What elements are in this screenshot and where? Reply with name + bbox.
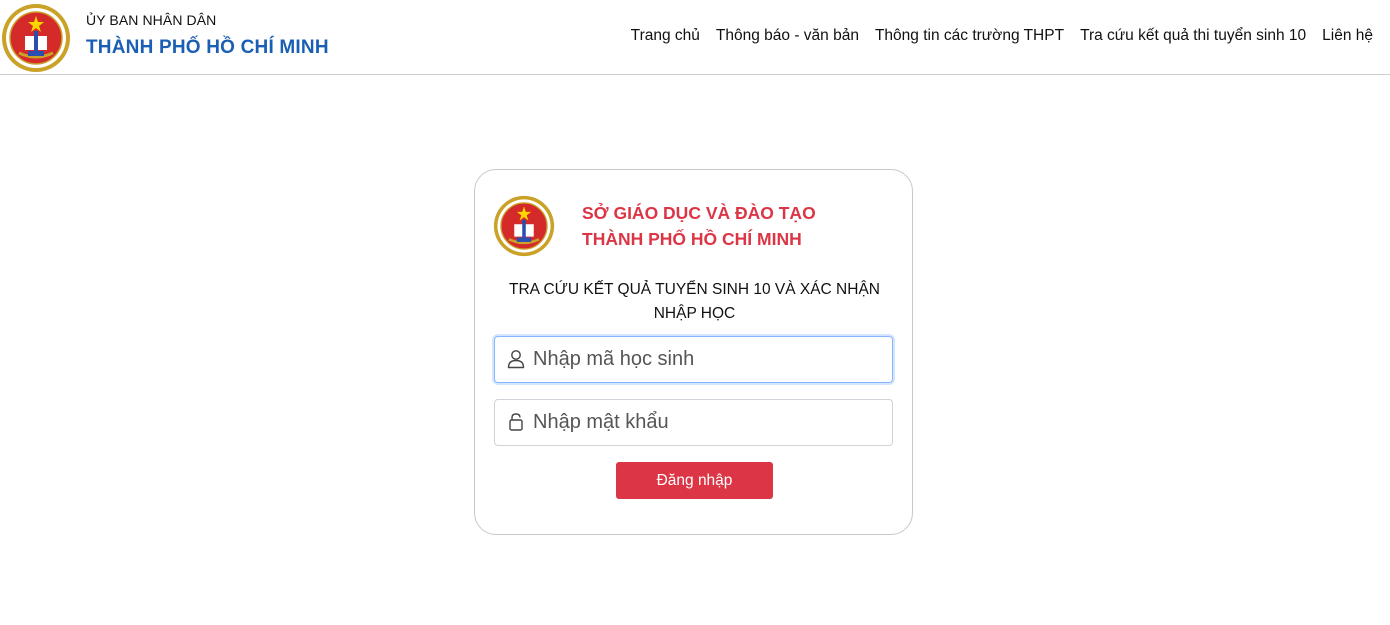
department-name: SỞ GIÁO DỤC VÀ ĐÀO TẠO THÀNH PHỐ HỒ CHÍ … bbox=[582, 200, 816, 252]
login-card: SỞ GIÁO DỤC VÀ ĐÀO TẠO THÀNH PHỐ HỒ CHÍ … bbox=[474, 169, 913, 535]
main-nav: Trang chủ Thông báo - văn bản Thông tin … bbox=[615, 27, 1373, 45]
header-org-name: ỦY BAN NHÂN DÂN bbox=[86, 12, 217, 28]
department-line-2: THÀNH PHỐ HỒ CHÍ MINH bbox=[582, 229, 802, 249]
user-icon bbox=[507, 350, 525, 369]
password-field[interactable] bbox=[494, 399, 893, 446]
login-button[interactable]: Đăng nhập bbox=[616, 462, 773, 499]
education-emblem-icon[interactable] bbox=[1, 3, 71, 73]
site-header: ỦY BAN NHÂN DÂN THÀNH PHỐ HỒ CHÍ MINH Tr… bbox=[0, 0, 1390, 75]
nav-item-schools[interactable]: Thông tin các trường THPT bbox=[875, 27, 1064, 45]
lock-icon bbox=[509, 413, 523, 431]
department-line-1: SỞ GIÁO DỤC VÀ ĐÀO TẠO bbox=[582, 203, 816, 223]
nav-item-announcements[interactable]: Thông báo - văn bản bbox=[716, 27, 859, 45]
nav-item-contact[interactable]: Liên hệ bbox=[1322, 27, 1373, 45]
login-subtitle: TRA CỨU KẾT QUẢ TUYỂN SINH 10 VÀ XÁC NHẬ… bbox=[509, 281, 880, 322]
header-city-name: THÀNH PHỐ HỒ CHÍ MINH bbox=[86, 37, 329, 58]
student-id-field[interactable] bbox=[494, 336, 893, 383]
nav-item-home[interactable]: Trang chủ bbox=[631, 27, 700, 45]
education-emblem-icon bbox=[493, 195, 555, 257]
student-id-input[interactable] bbox=[533, 337, 883, 382]
nav-item-exam-results[interactable]: Tra cứu kết quả thi tuyển sinh 10 bbox=[1080, 27, 1306, 45]
password-input[interactable] bbox=[533, 400, 883, 445]
